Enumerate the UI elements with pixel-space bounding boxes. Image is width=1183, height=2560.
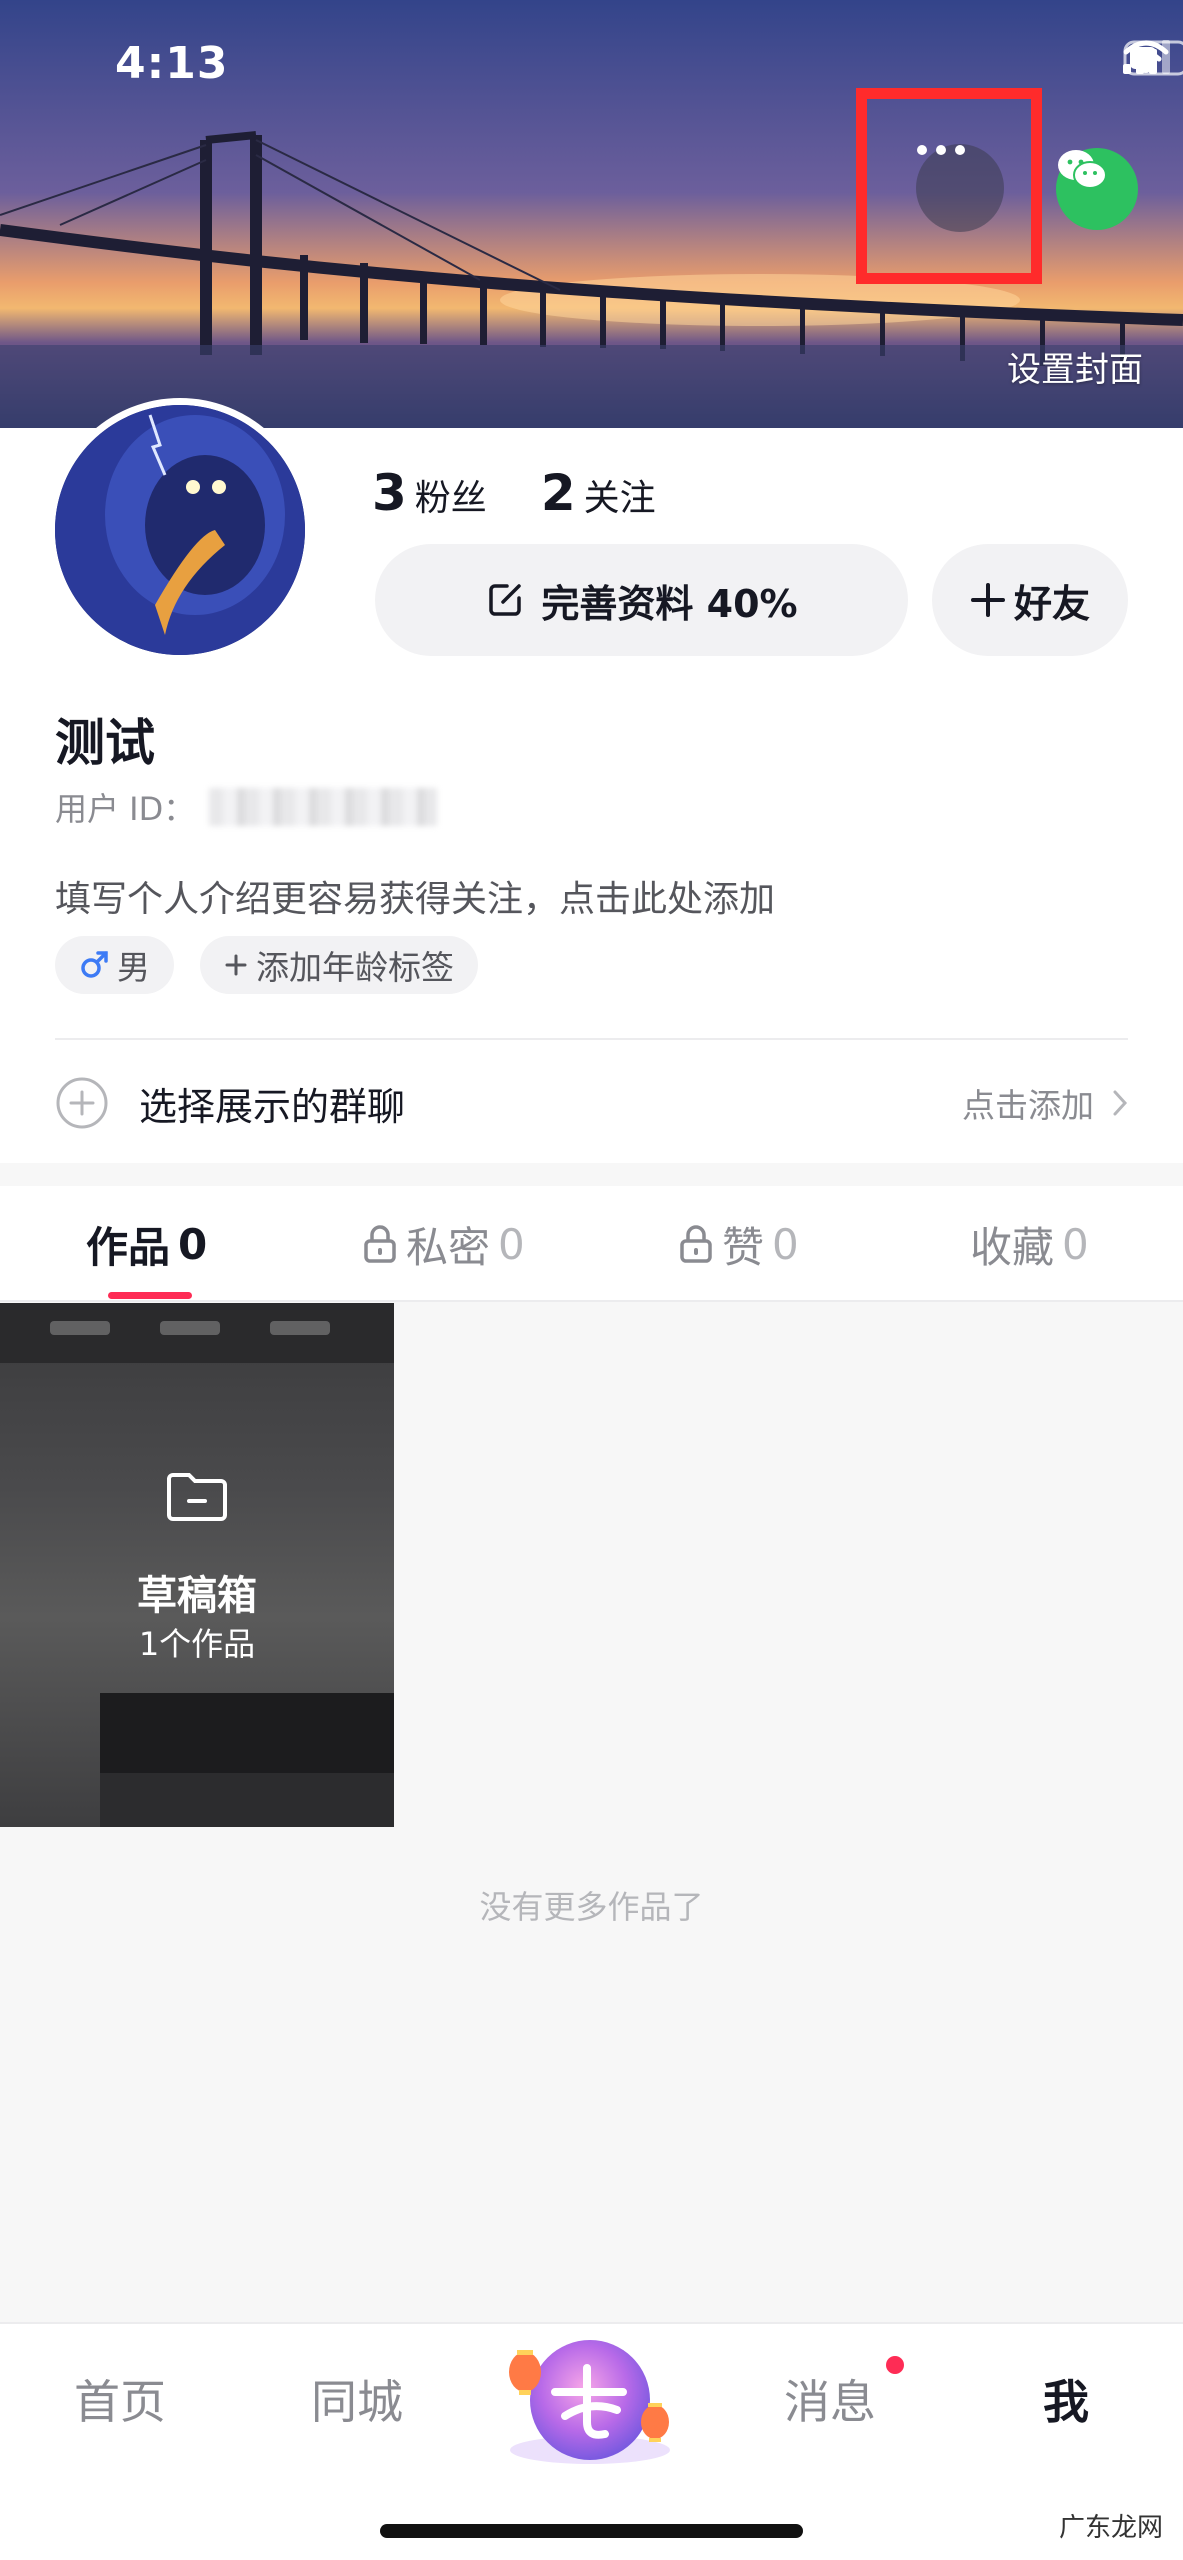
male-icon — [81, 951, 108, 978]
avatar[interactable] — [48, 398, 312, 662]
username: 测试 — [55, 714, 155, 772]
profile-section: 3 粉丝 2 关注 完善资料 40% 好友 测试 用户 ID： 填写个人介绍更容易获… — [0, 398, 1183, 1163]
group-chat-action-label: 点击添加 — [962, 1086, 1094, 1125]
plus-icon — [225, 954, 247, 976]
add-friend-label: 好友 — [1013, 581, 1090, 626]
set-cover-button[interactable]: 设置封面 — [1007, 342, 1143, 391]
group-chat-row[interactable]: 选择展示的群聊 点击添加 — [55, 1048, 1128, 1158]
tab-active-indicator — [108, 1292, 192, 1299]
bio-placeholder[interactable]: 填写个人介绍更容易获得关注，点击此处添加 — [55, 870, 775, 922]
edit-profile-button[interactable]: 完善资料 40% — [375, 544, 908, 656]
following-label: 关注 — [583, 478, 656, 519]
lock-icon — [364, 1225, 396, 1263]
user-id-row: 用户 ID： — [55, 784, 438, 830]
folder-icon — [167, 1473, 227, 1521]
tab-favorites-label: 收藏 — [970, 1222, 1055, 1272]
nav-nearby[interactable]: 同城 — [257, 2366, 457, 2432]
wechat-icon — [1058, 150, 1107, 189]
messages-unread-dot — [886, 2356, 904, 2374]
bottom-nav: 首页 同城 消息 我 广东龙网 — [0, 2322, 1183, 2560]
chevron-right-icon — [1113, 1090, 1128, 1116]
wechat-share-button[interactable] — [1056, 148, 1138, 230]
edit-profile-label: 完善资料 40% — [541, 581, 798, 626]
stats-row: 3 粉丝 2 关注 — [372, 464, 656, 522]
user-id-blurred — [209, 788, 438, 826]
tab-likes[interactable]: 赞 0 — [678, 1186, 799, 1302]
followers-stat[interactable]: 3 粉丝 — [372, 464, 487, 522]
battery-icon — [1123, 40, 1183, 76]
festival-create-button[interactable] — [495, 2330, 685, 2480]
followers-label: 粉丝 — [414, 478, 487, 519]
tab-likes-count: 0 — [772, 1219, 799, 1269]
nav-home[interactable]: 首页 — [20, 2366, 220, 2432]
add-age-tag-button[interactable]: 添加年龄标签 — [200, 936, 478, 994]
no-more-works-label: 没有更多作品了 — [479, 1888, 704, 1926]
tab-private-label: 私密 — [406, 1222, 491, 1272]
followers-count: 3 — [372, 464, 407, 522]
user-id-label: 用户 ID： — [55, 790, 196, 828]
gender-tag[interactable]: 男 — [55, 936, 174, 994]
gender-label: 男 — [117, 948, 150, 987]
tab-private-count: 0 — [498, 1219, 525, 1269]
tab-works-count: 0 — [178, 1219, 208, 1269]
tab-favorites-count: 0 — [1062, 1219, 1089, 1269]
highlight-annotation-box — [856, 88, 1042, 284]
tab-private[interactable]: 私密 0 — [362, 1186, 525, 1302]
avatar-image — [55, 405, 305, 655]
content-tabs: 作品 0 私密 0 赞 0 收藏 0 — [0, 1186, 1183, 1302]
age-tag-label: 添加年龄标签 — [256, 948, 454, 987]
plus-icon — [970, 583, 1005, 617]
add-friend-button[interactable]: 好友 — [932, 544, 1128, 656]
nav-messages[interactable]: 消息 — [730, 2366, 930, 2432]
add-circle-icon — [56, 1077, 108, 1129]
tab-works[interactable]: 作品 0 — [86, 1186, 207, 1302]
draft-title: 草稿箱 — [137, 1573, 257, 1619]
group-chat-title: 选择展示的群聊 — [139, 1084, 406, 1129]
divider — [55, 1038, 1128, 1040]
tab-favorites[interactable]: 收藏 0 — [970, 1186, 1089, 1302]
watermark: 广东龙网 — [1052, 2505, 1169, 2546]
profile-cover[interactable]: 4:13 设置封面 — [0, 0, 1183, 428]
edit-icon — [489, 584, 522, 616]
draft-count: 1个作品 — [138, 1625, 256, 1663]
tab-likes-label: 赞 — [722, 1222, 765, 1272]
nav-me[interactable]: 我 — [966, 2366, 1166, 2432]
status-time: 4:13 — [115, 38, 229, 89]
tab-works-label: 作品 — [86, 1222, 171, 1272]
group-chat-action[interactable]: 点击添加 — [962, 1079, 1128, 1127]
following-stat[interactable]: 2 关注 — [541, 464, 656, 522]
draft-box-card[interactable]: 草稿箱 1个作品 — [0, 1303, 394, 1827]
lock-icon — [680, 1225, 712, 1263]
following-count: 2 — [540, 464, 576, 522]
home-indicator[interactable] — [380, 2524, 803, 2538]
